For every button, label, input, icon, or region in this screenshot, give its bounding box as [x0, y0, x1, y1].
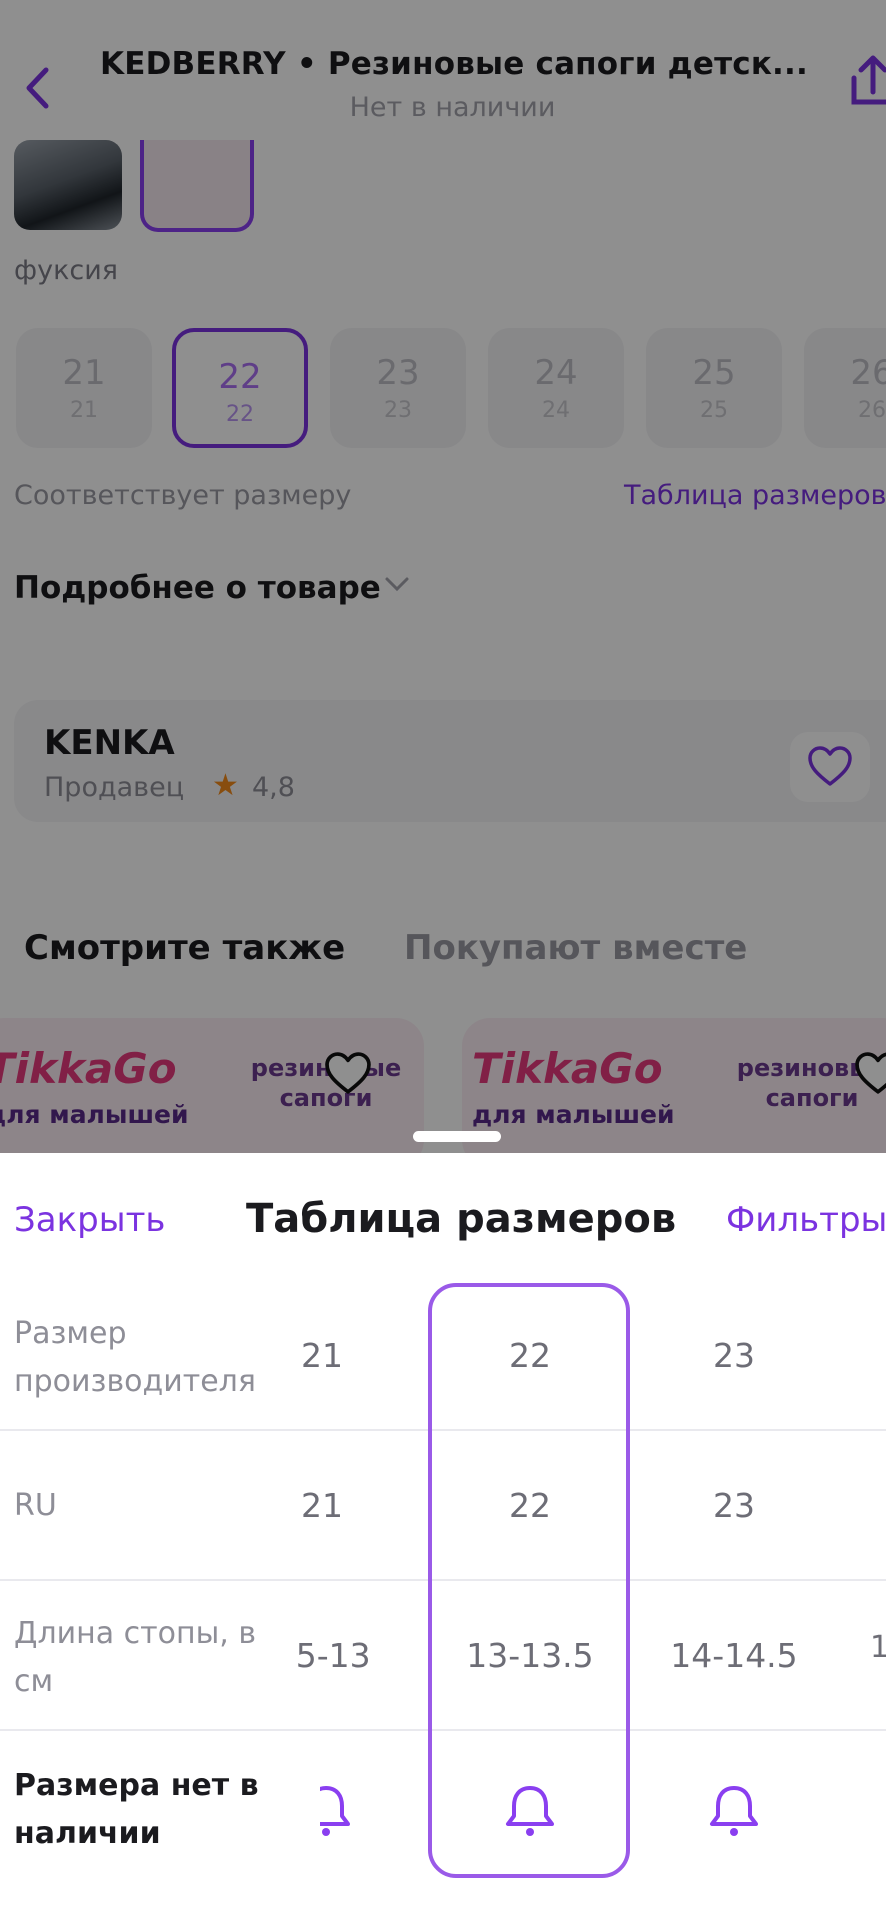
size-cell[interactable]: 23: [634, 1486, 834, 1525]
size-cell-value: 12.5-13: [296, 1636, 371, 1675]
row-label-out-of-stock: Размера нет в наличии: [14, 1768, 259, 1851]
row-label-ru: RU: [14, 1488, 57, 1523]
size-cell[interactable]: 14-14.5: [634, 1636, 834, 1675]
filters-button[interactable]: Фильтры: [726, 1200, 886, 1240]
size-cell[interactable]: 12.5-13: [296, 1636, 384, 1675]
size-cell-value: 21: [301, 1486, 343, 1525]
size-cell[interactable]: 21: [296, 1336, 384, 1375]
dim-overlay[interactable]: [0, 0, 886, 1160]
selected-size-column-frame: [428, 1283, 630, 1878]
row-label-manufacturer-size: Размер производителя: [14, 1316, 256, 1399]
notify-bell-button[interactable]: [320, 1784, 356, 1838]
bell-icon: [320, 1786, 350, 1836]
row-label-foot-length: Длина стопы, в см: [14, 1616, 257, 1699]
bell-icon: [710, 1786, 758, 1836]
sheet-drag-handle[interactable]: [413, 1131, 501, 1142]
size-cell-value: 21: [301, 1336, 343, 1375]
sheet-title: Таблица размеров: [246, 1196, 677, 1242]
size-cell-next-partial: 1: [870, 1630, 886, 1665]
size-cell[interactable]: 21: [296, 1486, 384, 1525]
size-cell[interactable]: 23: [634, 1336, 834, 1375]
notify-bell-button[interactable]: [634, 1782, 834, 1840]
close-button[interactable]: Закрыть: [14, 1200, 165, 1240]
